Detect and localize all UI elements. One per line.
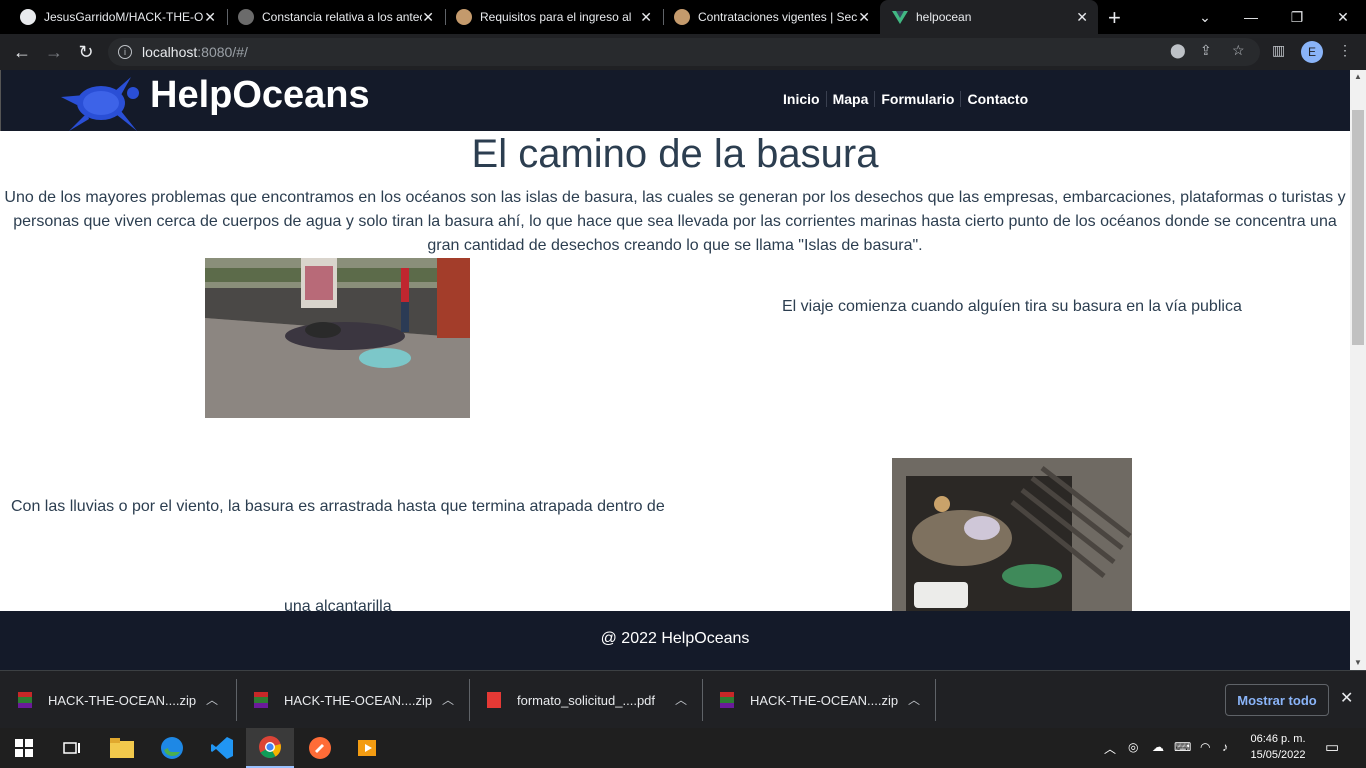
page-scrollbar[interactable]: ▲ ▼: [1350, 70, 1366, 670]
vue-icon: [892, 9, 908, 25]
close-window-button[interactable]: ✕: [1320, 0, 1366, 34]
forward-icon[interactable]: →: [42, 40, 66, 64]
show-all-downloads-button[interactable]: Mostrar todo: [1225, 684, 1329, 716]
tab-constancia[interactable]: Constancia relativa a los antecedentes ✕: [226, 0, 444, 34]
back-icon[interactable]: ←: [10, 40, 34, 64]
intro-paragraph: Uno de los mayores problemas que encontr…: [4, 189, 1346, 254]
windows-taskbar: ︿ ◎ ☁ ⌨ ◠ ♪ 06:46 p. m. 15/05/2022 ▭: [0, 728, 1366, 768]
postman-icon[interactable]: [296, 728, 344, 768]
tab-helpocean[interactable]: helpocean ✕: [880, 0, 1098, 34]
nav-formulario[interactable]: Formulario: [874, 91, 960, 107]
task-view-icon[interactable]: [48, 728, 96, 768]
chevron-up-icon[interactable]: ︿: [908, 691, 920, 708]
scroll-down-icon[interactable]: ▼: [1354, 658, 1362, 667]
sewer-grate-photo: [892, 458, 1132, 618]
info-icon[interactable]: i: [118, 45, 132, 59]
site-nav: Inicio Mapa Formulario Contacto: [777, 91, 1034, 107]
download-item[interactable]: formato_solicitud_....pdf ︿: [469, 679, 702, 721]
site-icon: [456, 9, 472, 25]
zip-file-icon: [254, 692, 268, 708]
zip-file-icon: [720, 692, 734, 708]
location-icon[interactable]: ⬤: [1170, 42, 1186, 59]
download-item[interactable]: HACK-THE-OCEAN....zip ︿: [0, 679, 233, 721]
tab-github[interactable]: JesusGarridoM/HACK-THE-OCEAN ✕: [8, 0, 226, 34]
file-explorer-icon[interactable]: [98, 728, 146, 768]
browser-tab-strip: JesusGarridoM/HACK-THE-OCEAN ✕ Constanci…: [0, 0, 1366, 34]
close-icon[interactable]: ✕: [1340, 688, 1353, 708]
caption-rain: Con las lluvias o por el viento, la basu…: [11, 498, 665, 515]
chevron-up-icon[interactable]: ︿: [675, 691, 687, 708]
close-tab-icon[interactable]: ✕: [422, 9, 434, 26]
volume-icon[interactable]: ♪: [1222, 740, 1228, 754]
page-title: El camino de la basura: [471, 132, 879, 176]
github-icon: [20, 9, 36, 25]
share-icon[interactable]: ⇪: [1200, 42, 1212, 59]
site-brand[interactable]: HelpOceans: [150, 74, 370, 117]
input-method-icon[interactable]: ⌨: [1174, 740, 1191, 754]
show-hidden-icons[interactable]: ︿: [1104, 740, 1116, 757]
minimize-button[interactable]: —: [1228, 0, 1274, 34]
nav-inicio[interactable]: Inicio: [777, 91, 826, 107]
caption-street: El viaje comienza cuando alguíen tira su…: [782, 298, 1242, 315]
street-trash-photo: [205, 258, 470, 418]
browser-toolbar: ← → ↻ i localhost:8080/#/ ⬤ ⇪ ☆ ▥ E ⋮: [0, 34, 1366, 70]
chrome-icon[interactable]: [246, 728, 294, 768]
new-tab-button[interactable]: +: [1108, 5, 1121, 31]
url-host: localhost: [142, 44, 198, 60]
address-bar[interactable]: i localhost:8080/#/: [108, 38, 1260, 66]
menu-icon[interactable]: ⋮: [1338, 42, 1352, 59]
nav-mapa[interactable]: Mapa: [825, 91, 875, 107]
wifi-icon[interactable]: ◠: [1200, 740, 1210, 754]
taskbar-clock[interactable]: 06:46 p. m. 15/05/2022: [1243, 731, 1313, 763]
download-item[interactable]: HACK-THE-OCEAN....zip ︿: [236, 679, 469, 721]
notifications-icon[interactable]: ▭: [1325, 738, 1339, 756]
download-item[interactable]: HACK-THE-OCEAN....zip ︿: [702, 679, 935, 721]
meet-now-icon[interactable]: ◎: [1128, 740, 1138, 754]
tab-search-icon[interactable]: ⌄: [1182, 0, 1228, 34]
site-header: HelpOceans Inicio Mapa Formulario Contac…: [0, 70, 1350, 131]
site-icon: [674, 9, 690, 25]
bookmark-star-icon[interactable]: ☆: [1232, 42, 1245, 59]
windows-start-icon[interactable]: [0, 728, 48, 768]
media-player-icon[interactable]: [344, 728, 392, 768]
seal-icon: [238, 9, 254, 25]
scroll-up-icon[interactable]: ▲: [1354, 72, 1362, 81]
nav-contacto[interactable]: Contacto: [960, 91, 1034, 107]
chevron-up-icon[interactable]: ︿: [206, 691, 218, 708]
close-tab-icon[interactable]: ✕: [1076, 9, 1088, 26]
edge-browser-icon[interactable]: [148, 728, 196, 768]
turtle-logo-icon: [61, 77, 139, 131]
close-tab-icon[interactable]: ✕: [204, 9, 216, 26]
download-shelf: HACK-THE-OCEAN....zip ︿ HACK-THE-OCEAN..…: [0, 670, 1366, 728]
close-tab-icon[interactable]: ✕: [640, 9, 652, 26]
close-tab-icon[interactable]: ✕: [858, 9, 870, 26]
reload-icon[interactable]: ↻: [74, 40, 98, 64]
site-footer: @ 2022 HelpOceans: [0, 611, 1350, 670]
restore-button[interactable]: ❐: [1274, 0, 1320, 34]
pdf-file-icon: [487, 692, 501, 708]
url-path: :8080/#/: [197, 44, 248, 60]
chevron-up-icon[interactable]: ︿: [442, 691, 454, 708]
side-panel-icon[interactable]: ▥: [1272, 42, 1285, 59]
scrollbar-thumb[interactable]: [1352, 110, 1364, 345]
tab-contrataciones[interactable]: Contrataciones vigentes | Secretaría ✕: [662, 0, 880, 34]
page-viewport: HelpOceans Inicio Mapa Formulario Contac…: [0, 70, 1350, 670]
profile-avatar[interactable]: E: [1301, 41, 1323, 63]
onedrive-cloud-icon[interactable]: ☁: [1152, 740, 1164, 754]
zip-file-icon: [18, 692, 32, 708]
tab-requisitos[interactable]: Requisitos para el ingreso al ✕: [444, 0, 662, 34]
vscode-icon[interactable]: [198, 728, 246, 768]
